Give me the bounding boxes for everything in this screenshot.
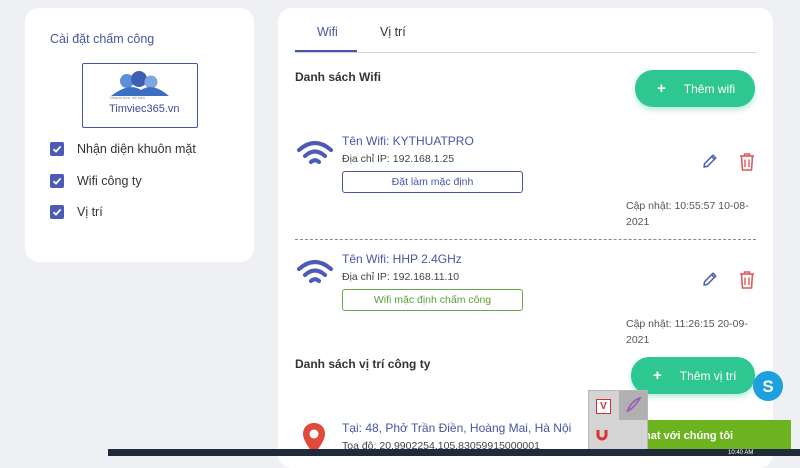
add-wifi-button[interactable]: + Thêm wifi [635, 70, 755, 107]
tab-bar: Wifi Vị trí [295, 16, 756, 53]
tab-wifi[interactable]: Wifi [317, 25, 338, 39]
people-logo-icon [111, 71, 169, 96]
skype-icon[interactable]: S [752, 370, 784, 402]
delete-trash-icon[interactable] [738, 152, 756, 172]
settings-title: Cài đặt chấm công [50, 32, 155, 46]
add-wifi-label: Thêm wifi [683, 81, 736, 96]
wifi-name: Tên Wifi: HHP 2.4GHz [342, 252, 462, 266]
option-location[interactable]: Vị trí [50, 205, 103, 219]
chat-label: hat với chúng tôi [644, 430, 734, 442]
wifi-panel: Wifi Vị trí Danh sách Wifi + Thêm wifi T… [278, 8, 773, 468]
checkbox-checked-icon[interactable] [50, 174, 64, 188]
option-label: Vị trí [77, 205, 103, 219]
delete-trash-icon[interactable] [738, 270, 756, 290]
active-tab-indicator [295, 50, 357, 52]
wifi-ip: Địa chỉ IP: 192.168.11.10 [342, 271, 460, 283]
option-face-recognition[interactable]: Nhận diện khuôn mặt [50, 142, 196, 156]
wifi-list-title: Danh sách Wifi [295, 70, 381, 84]
company-logo: Nhanh hơn, tốt hơn Timviec365.vn [82, 63, 198, 128]
wifi-icon [297, 260, 333, 283]
option-label: Wifi công ty [77, 174, 142, 188]
wifi-ip: Địa chỉ IP: 192.168.1.25 [342, 153, 455, 165]
add-location-label: Thêm vị trí [679, 368, 737, 383]
add-location-button[interactable]: + Thêm vị trí [631, 357, 755, 394]
taskbar-clock: 10:40 AM [728, 450, 754, 456]
tab-location[interactable]: Vị trí [380, 25, 406, 39]
svg-text:S: S [762, 377, 773, 396]
location-address: Tại: 48, Phở Trần Điền, Hoàng Mai, Hà Nộ… [342, 421, 572, 435]
settings-card: Cài đặt chấm công Nhanh hơn, tốt hơn Tim… [25, 8, 254, 262]
wifi-updated-time: Cập nhật: 10:55:57 10-08- 2021 [626, 198, 761, 230]
tray-app-v-icon[interactable]: V [596, 399, 611, 414]
wifi-divider [295, 239, 756, 240]
updated-line: 2021 [626, 334, 650, 346]
plus-icon: + [657, 80, 666, 97]
location-list-title: Danh sách vị trí công ty [295, 357, 431, 371]
wifi-icon [297, 141, 333, 164]
updated-line: 2021 [626, 216, 650, 228]
updated-line: Cập nhật: 11:26:15 20-09- [626, 318, 748, 330]
plus-icon: + [653, 367, 662, 384]
set-default-button[interactable]: Đặt làm mặc định [342, 171, 523, 193]
edit-pencil-icon[interactable] [701, 152, 719, 170]
checkbox-checked-icon[interactable] [50, 142, 64, 156]
checkbox-checked-icon[interactable] [50, 205, 64, 219]
default-wifi-button[interactable]: Wifi mặc định chấm công [342, 289, 523, 311]
wifi-name: Tên Wifi: KYTHUATPRO [342, 134, 474, 148]
tray-feather-icon[interactable] [619, 391, 647, 420]
logo-tagline: Nhanh hơn, tốt hơn [110, 95, 145, 100]
logo-brand: Timviec365.vn [109, 103, 180, 115]
os-taskbar [108, 449, 800, 456]
updated-line: Cập nhật: 10:55:57 10-08- [626, 200, 749, 212]
system-tray-popup: V [588, 390, 648, 450]
option-company-wifi[interactable]: Wifi công ty [50, 174, 142, 188]
edit-pencil-icon[interactable] [701, 270, 719, 288]
option-label: Nhận diện khuôn mặt [77, 142, 196, 156]
tray-magnet-icon[interactable] [595, 427, 609, 441]
wifi-updated-time: Cập nhật: 11:26:15 20-09- 2021 [626, 316, 761, 348]
